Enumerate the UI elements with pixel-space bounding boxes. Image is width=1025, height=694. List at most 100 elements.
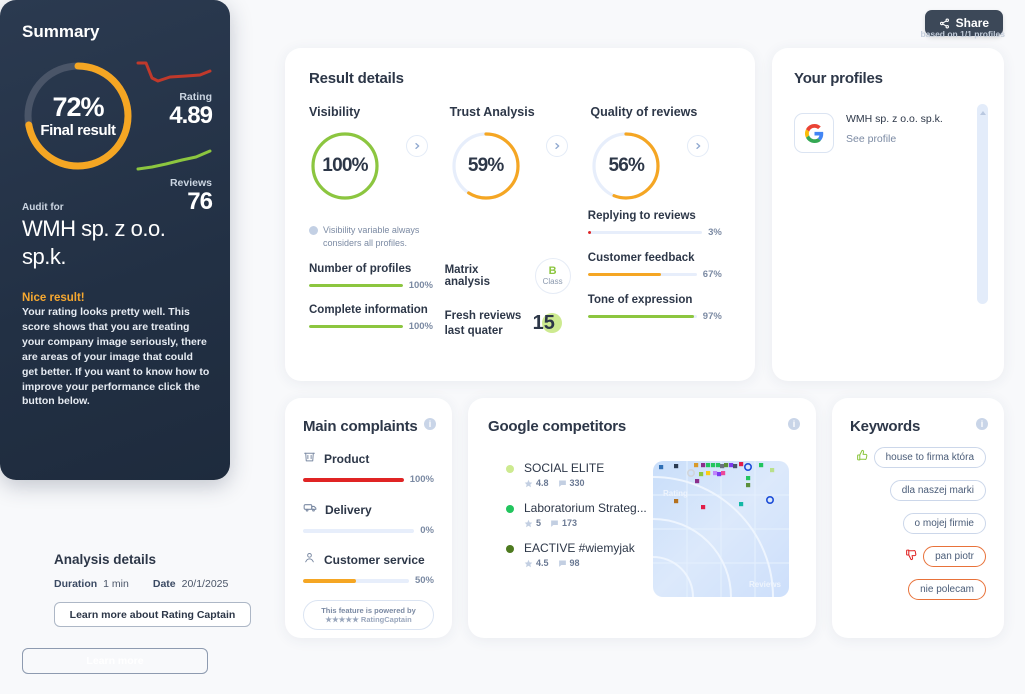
fresh-reviews-label: Fresh reviews last quater (444, 310, 522, 337)
final-result-label: 72% Final result (18, 56, 138, 176)
profile-name: WMH sp. z o.o. sp.k. (846, 113, 943, 125)
summary-card: Summary based on 1/1 profiles 72% Final … (0, 0, 1005, 674)
keyword-row: pan piotr (850, 546, 986, 567)
rating-stat: 5 (524, 518, 541, 528)
gauge-trust-analysis: Trust Analysis 59% (450, 105, 591, 202)
matrix-class-badge: B Class (534, 258, 571, 294)
metric-bar-fill (587, 315, 694, 318)
info-icon[interactable]: i (976, 418, 988, 430)
profiles-scrollbar[interactable] (977, 104, 988, 304)
matrix-column: Matrix analysis B Class Fresh reviews la… (445, 206, 588, 339)
chevron-right-icon[interactable] (546, 135, 569, 157)
matrix-analysis-row: Matrix analysis B Class (445, 258, 588, 294)
keyword-pill[interactable]: o mojej firmie (902, 513, 986, 534)
competitor-item[interactable]: SOCIAL ELITE 4.8 330 (506, 461, 653, 488)
complaint-label: Product (324, 452, 370, 466)
gauge-value: 100% (322, 155, 368, 176)
see-profile-link[interactable]: See profile (846, 133, 943, 145)
analysis-details-title: Analysis details (54, 552, 157, 567)
metric-bar: Number of profiles 100% (309, 263, 433, 291)
competitor-name: EACTIVE #wiemyjak (524, 541, 635, 555)
complaint-bar-row: 50% (303, 575, 434, 586)
keywords-list: house to firma która dla naszej marki o mo… (850, 447, 986, 600)
metric-bar-value: 3% (708, 227, 722, 238)
competitor-item[interactable]: EACTIVE #wiemyjak 4.5 98 (506, 541, 653, 568)
your-profiles-card: Your profiles WMH sp. z o.o. sp.k. See p… (772, 48, 1004, 381)
keyword-pill[interactable]: house to firma która (873, 447, 986, 468)
google-competitors-title: Google competitors (488, 418, 627, 435)
metric-bar-track-row: 100% (309, 321, 433, 332)
complaint-bar-fill (303, 578, 356, 583)
chevron-right-icon[interactable] (687, 135, 710, 157)
complaint-header: Customer service (303, 551, 434, 569)
gauge-value: 56% (608, 155, 645, 176)
learn-more-button[interactable]: Learn more (22, 648, 208, 674)
competitor-color-dot (506, 545, 514, 553)
metric-bar-track-row: 100% (309, 280, 433, 291)
result-description: Your rating looks pretty well. This scor… (22, 306, 210, 408)
user-icon (303, 551, 316, 569)
rating-sparkline (136, 61, 212, 83)
gauge-label: Quality of reviews (590, 105, 698, 119)
main-complaints-card: Main complaints i Product 100% Delivery 0% C… (285, 398, 452, 638)
complaint-label: Delivery (325, 502, 372, 517)
keyword-pill[interactable]: pan piotr (923, 546, 986, 567)
result-headline: Nice result! (22, 292, 85, 304)
visibility-bars: Number of profiles 100% Complete informati… (309, 263, 445, 332)
info-icon[interactable]: i (424, 418, 436, 430)
reviews-stat: 330 (558, 478, 585, 488)
complaint-label: Customer service (324, 553, 425, 567)
competitor-name: Laboratorium Strateg... (524, 501, 647, 515)
metric-bar-track-row: 67% (587, 269, 722, 280)
chevron-right-icon[interactable] (405, 135, 428, 157)
reviews-stat: 173 (550, 518, 577, 528)
scatter-y-label: Rating (663, 489, 688, 498)
metric-bar-value: 97% (702, 311, 722, 322)
gauge-ring: 59% (450, 130, 522, 202)
matrix-class-word: Class (542, 277, 563, 286)
fresh-reviews-value-wrap: 15 (533, 312, 562, 335)
metric-bar: Tone of expression 97% (587, 294, 722, 322)
metric-bar: Replying to reviews 3% (587, 210, 722, 238)
metric-bar-value: 100% (408, 280, 433, 292)
thumbs-up-icon (856, 449, 869, 467)
complaint-bar-fill (303, 477, 404, 482)
metric-bar-label: Tone of expression (587, 294, 693, 306)
complaints-list: Product 100% Delivery 0% Customer service 50% (303, 450, 434, 586)
gauge-ring: 56% (590, 130, 662, 202)
info-icon[interactable]: i (788, 418, 800, 430)
your-profiles-title: Your profiles (794, 70, 883, 87)
based-on-label: based on 1/1 profiles (920, 29, 1005, 39)
complaint-bar-row: 0% (303, 525, 434, 536)
box-icon (303, 450, 316, 468)
keyword-pill[interactable]: dla naszej marki (889, 480, 986, 501)
learn-more-rating-captain-button[interactable]: Learn more about Rating Captain (54, 602, 251, 627)
complaint-bar-track (303, 578, 409, 583)
final-result-pct: 72% (52, 92, 104, 122)
complaint-bar-track (303, 528, 415, 533)
competitor-stats: 5 173 (524, 518, 647, 528)
competitor-item[interactable]: Laboratorium Strateg... 5 173 (506, 501, 653, 528)
final-result-sub: Final result (40, 122, 116, 139)
trust-bars: Replying to reviews 3% Customer feedback 67… (587, 210, 731, 322)
duration-label: Duration (54, 578, 98, 590)
metric-bar-value: 100% (408, 321, 433, 333)
competitor-stats: 4.8 330 (524, 478, 604, 488)
keyword-pill[interactable]: nie polecam (908, 579, 986, 600)
complaint-header: Product (303, 450, 434, 468)
fresh-reviews-row: Fresh reviews last quater 15 (445, 309, 588, 339)
profile-item[interactable]: WMH sp. z o.o. sp.k. See profile (794, 113, 982, 153)
metric-bar-track-row: 97% (587, 311, 722, 322)
gauge-visibility: Visibility 100% (309, 105, 450, 202)
complaint-item: Customer service 50% (303, 551, 434, 586)
complaint-bar-value: 100% (409, 474, 434, 485)
competitor-color-dot (506, 465, 514, 473)
metric-bar-track (587, 273, 697, 276)
metric-bar-track (587, 315, 697, 318)
gauge-ring: 100% (309, 130, 381, 202)
date-label: Date (152, 578, 176, 590)
metric-bar-fill (587, 231, 592, 234)
competitor-stats: 4.5 98 (524, 558, 635, 568)
competitor-color-dot (506, 505, 514, 513)
gauge-quality-of-reviews: Quality of reviews 56% (590, 105, 731, 202)
